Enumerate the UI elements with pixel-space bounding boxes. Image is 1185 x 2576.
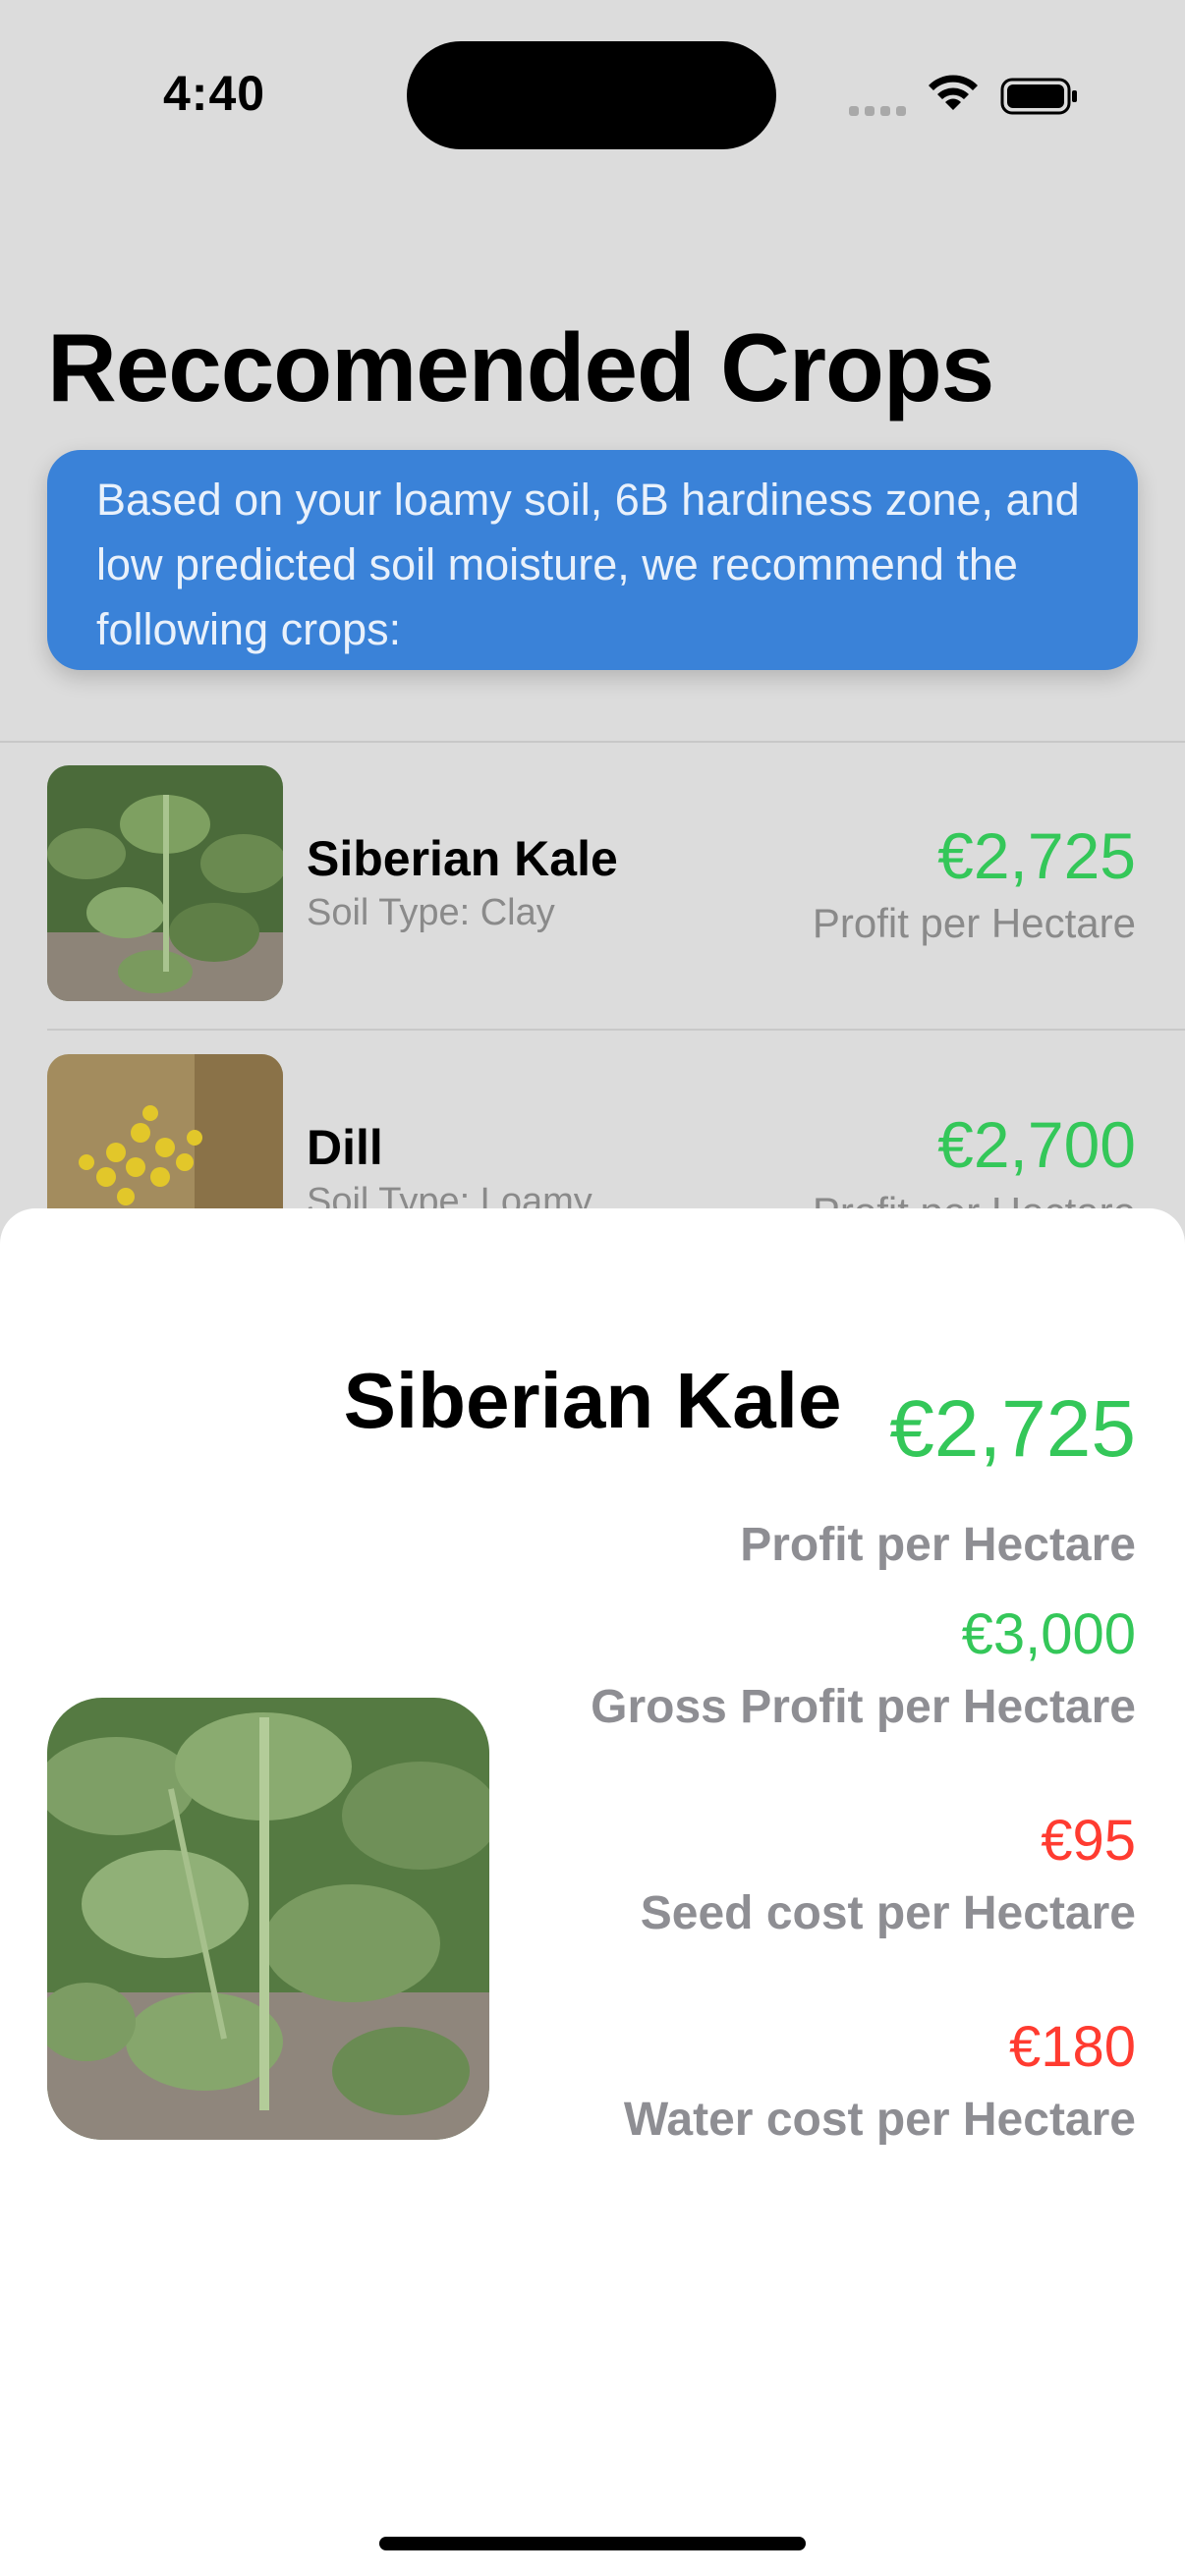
crop-thumbnail bbox=[47, 765, 283, 1001]
crop-name: Siberian Kale bbox=[307, 831, 618, 886]
crop-detail-image bbox=[47, 1698, 489, 2140]
crop-detail-sheet[interactable]: Siberian Kale €2,725 Profit per Hectare … bbox=[0, 1208, 1185, 2576]
crop-row-siberian-kale[interactable]: Siberian Kale Soil Type: Clay €2,725 Pro… bbox=[0, 742, 1185, 1029]
metric-profit-value: €2,725 bbox=[889, 1384, 1136, 1474]
status-time: 4:40 bbox=[163, 66, 266, 121]
metric-water-cost-value: €180 bbox=[1008, 2015, 1136, 2079]
dynamic-island bbox=[407, 41, 776, 149]
crop-profit: €2,725 bbox=[937, 819, 1136, 892]
recommendation-info-card: Based on your loamy soil, 6B hardiness z… bbox=[47, 450, 1138, 670]
battery-icon bbox=[1000, 78, 1077, 115]
home-indicator[interactable] bbox=[379, 2537, 806, 2550]
metric-water-cost-label: Water cost per Hectare bbox=[623, 2094, 1136, 2146]
page-title: Reccomended Crops bbox=[47, 313, 994, 421]
metric-gross-profit-label: Gross Profit per Hectare bbox=[591, 1681, 1136, 1733]
metric-gross-profit-value: €3,000 bbox=[961, 1602, 1136, 1666]
crop-profit: €2,700 bbox=[937, 1108, 1136, 1181]
metric-profit-label: Profit per Hectare bbox=[740, 1519, 1136, 1571]
wifi-icon bbox=[929, 75, 978, 110]
info-card-text: Based on your loamy soil, 6B hardiness z… bbox=[96, 475, 1080, 654]
metric-seed-cost-value: €95 bbox=[1041, 1809, 1136, 1873]
cellular-signal-icon bbox=[849, 102, 908, 116]
metric-seed-cost-label: Seed cost per Hectare bbox=[640, 1887, 1136, 1939]
crop-name: Dill bbox=[307, 1120, 383, 1175]
crop-profit-label: Profit per Hectare bbox=[812, 900, 1136, 946]
crop-soil-type: Soil Type: Clay bbox=[307, 892, 555, 933]
